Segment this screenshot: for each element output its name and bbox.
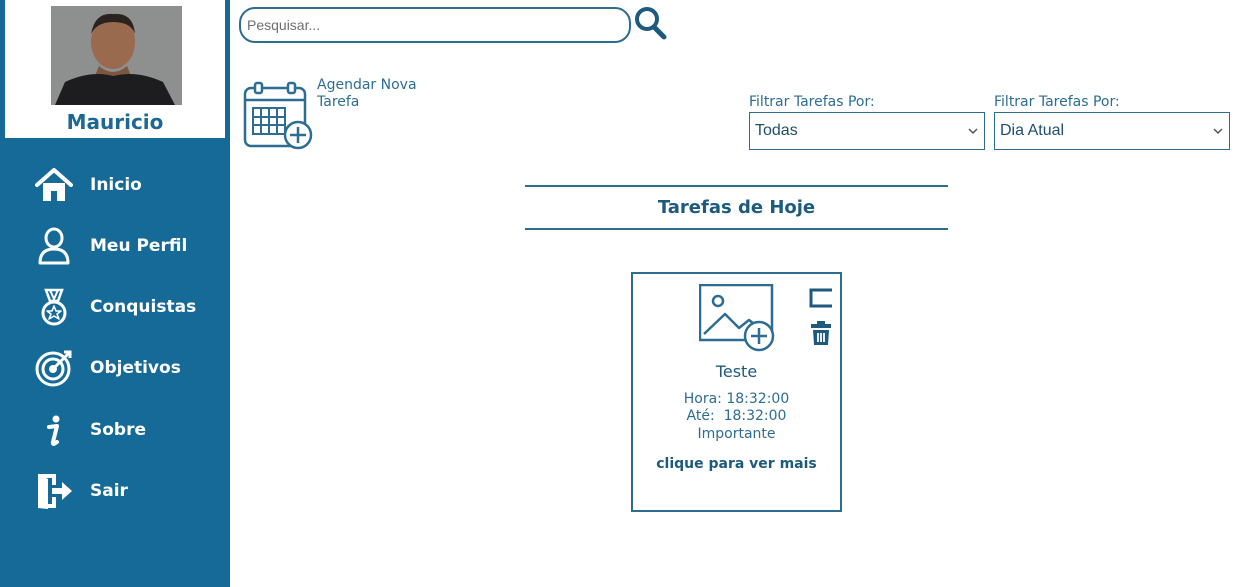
task-time: Hora: 18:32:00 <box>683 391 790 407</box>
task-more-link[interactable]: clique para ver mais <box>633 456 840 472</box>
sidebar-item-sair[interactable]: Sair <box>0 463 230 519</box>
section-divider-top <box>525 185 948 187</box>
sidebar-item-inicio[interactable]: Inicio <box>0 157 230 213</box>
filter-select-category[interactable]: Todas <box>749 112 985 150</box>
sidebar-item-objetivos[interactable]: Objetivos <box>0 340 230 396</box>
sidebar-item-label: Sobre <box>90 420 147 440</box>
sidebar-item-label: Conquistas <box>90 297 197 317</box>
home-icon <box>35 168 73 201</box>
avatar <box>51 6 182 105</box>
exit-icon <box>38 474 72 509</box>
user-icon <box>38 227 70 265</box>
sidebar-item-sobre[interactable]: Sobre <box>0 402 230 458</box>
section-divider-bottom <box>525 228 948 230</box>
calendar-add-icon <box>243 81 313 150</box>
sidebar-item-label: Inicio <box>90 175 142 195</box>
filter-label: Filtrar Tarefas Por: <box>994 94 1120 110</box>
chevron-down-icon <box>968 128 978 135</box>
sidebar-item-conquistas[interactable]: Conquistas <box>0 279 230 335</box>
medal-icon <box>41 288 67 326</box>
task-priority: Importante <box>697 426 776 442</box>
delete-icon[interactable] <box>810 320 832 346</box>
filter-label: Filtrar Tarefas Por: <box>749 94 875 110</box>
section-title: Tarefas de Hoje <box>657 197 816 218</box>
sidebar-item-label: Objetivos <box>90 358 181 378</box>
filter-selected-value: Dia Atual <box>1000 122 1065 139</box>
search-input[interactable] <box>247 15 617 35</box>
sidebar-item-label: Sair <box>90 481 128 501</box>
sidebar-item-meu-perfil[interactable]: Meu Perfil <box>0 218 230 274</box>
search-box <box>239 7 631 43</box>
filter-select-period[interactable]: Dia Atual <box>994 112 1230 150</box>
image-add-icon <box>699 284 775 352</box>
target-icon <box>35 350 72 387</box>
new-task-button[interactable]: Agendar Nova Tarefa <box>243 77 443 151</box>
task-title: Teste <box>715 362 758 381</box>
info-icon <box>47 415 60 446</box>
edit-icon[interactable] <box>808 287 834 309</box>
search-icon[interactable] <box>633 6 669 40</box>
sidebar: Mauricio Inicio Meu Perfil Conquistas Ob… <box>0 0 230 587</box>
new-task-label: Agendar Nova Tarefa <box>317 77 417 110</box>
sidebar-item-label: Meu Perfil <box>90 236 188 256</box>
task-card[interactable]: Teste Hora: 18:32:00 Até: 18:32:00 Impor… <box>631 272 842 512</box>
profile-card: Mauricio <box>5 0 225 138</box>
filter-selected-value: Todas <box>755 122 798 139</box>
profile-name: Mauricio <box>66 110 164 134</box>
task-until: Até: 18:32:00 <box>686 408 787 424</box>
chevron-down-icon <box>1213 128 1223 135</box>
